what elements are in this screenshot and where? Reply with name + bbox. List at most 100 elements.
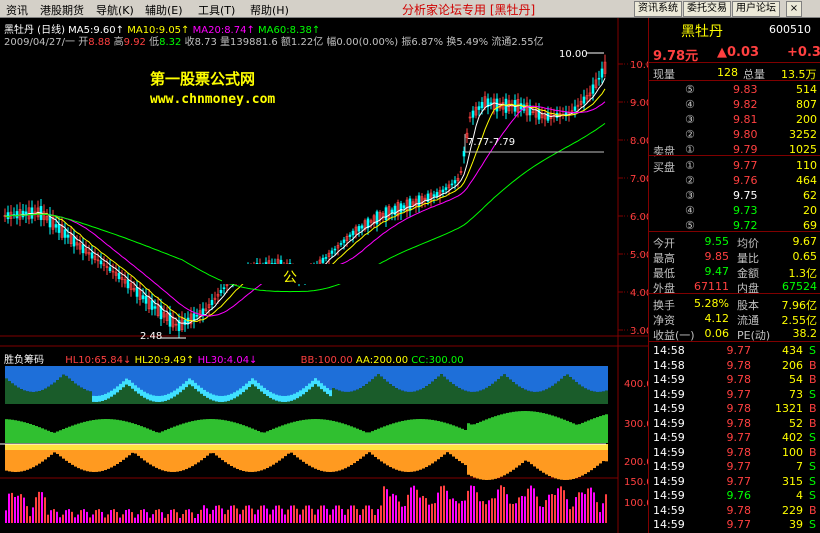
chip-bar-green-dark xyxy=(299,396,302,404)
chip-bar-cyan xyxy=(158,395,161,402)
chip-bar-yellow xyxy=(422,444,425,450)
menu-item-news[interactable]: 资讯 xyxy=(6,2,28,18)
menu-item-help[interactable]: 帮助(H) xyxy=(250,2,289,18)
chip-bar-yellow xyxy=(44,444,47,450)
chip-bar-yellow xyxy=(53,444,56,450)
chip-bar-green xyxy=(14,420,17,443)
chip-bar-green-dark xyxy=(221,401,224,404)
chip-bar-yellow xyxy=(341,444,344,450)
chip-bar-green-dark xyxy=(386,381,389,404)
chip-bar-yellow xyxy=(200,444,203,450)
menu-item-assist[interactable]: 辅助(E) xyxy=(145,2,183,18)
chip-bar-yellow xyxy=(185,444,188,450)
chip-bar-green xyxy=(128,422,131,443)
tick-price: 9.77 xyxy=(726,460,752,473)
ask-row: ③ 9.81 200 xyxy=(649,112,820,127)
chip-bar-yellow xyxy=(362,444,365,450)
chip-bar-yellow xyxy=(8,444,11,450)
chip-bar-green xyxy=(587,420,590,443)
trade-button[interactable]: 委托交易 xyxy=(683,1,731,17)
chip-bar-cyan xyxy=(242,386,245,393)
chip-bar-yellow xyxy=(356,444,359,450)
volume-bar xyxy=(293,505,295,523)
sub-tick-label: 100.00 xyxy=(624,498,648,509)
user-forum-button[interactable]: 用户论坛 xyxy=(732,1,780,17)
chip-bar-green xyxy=(62,429,65,443)
chip-bar-yellow xyxy=(506,444,509,450)
chip-bar-cyan xyxy=(296,392,299,399)
volume-bar xyxy=(344,514,346,523)
y-tick-label: 7.00 xyxy=(630,174,648,185)
chip-bar-yellow xyxy=(140,444,143,450)
ask-volume: 3252 xyxy=(789,128,817,141)
chip-bar-yellow xyxy=(419,444,422,450)
fund-value: 4.12 xyxy=(704,312,730,325)
menu-item-tools[interactable]: 工具(T) xyxy=(198,2,235,18)
chip-bar-yellow xyxy=(62,444,65,450)
cc-value: CC:300.00 xyxy=(411,355,464,366)
chip-bar-yellow xyxy=(236,444,239,450)
chip-bar-cyan xyxy=(176,388,179,395)
chip-bar-green xyxy=(590,419,593,443)
volume-bar xyxy=(8,493,10,523)
chip-bar-green xyxy=(191,421,194,443)
chip-bar-blue xyxy=(599,366,602,392)
chip-bar-yellow xyxy=(425,444,428,450)
volume-bar xyxy=(296,508,298,523)
chip-bar-yellow xyxy=(494,444,497,450)
volume-bar xyxy=(188,509,190,523)
chip-bar-green-dark xyxy=(164,400,167,404)
stat-row: 外盘 67111 内盘 67524 xyxy=(649,279,820,295)
chip-bar-blue xyxy=(440,366,443,375)
chip-bar-green xyxy=(140,426,143,443)
volume-bar xyxy=(215,505,217,523)
chip-bar-green-dark xyxy=(110,396,113,404)
chip-bar-cyan xyxy=(272,393,275,400)
volume-bar xyxy=(452,498,454,523)
volume-bar xyxy=(479,501,481,523)
low-value: 8.32 xyxy=(159,37,182,48)
chip-bar-blue xyxy=(539,366,542,392)
chip-bar-cyan xyxy=(140,389,143,396)
volume-bar xyxy=(425,498,427,523)
menu-item-hk-futures[interactable]: 港股期货 xyxy=(40,2,84,18)
volume-bar xyxy=(605,494,607,523)
volume-bar xyxy=(125,510,127,523)
chip-bar-cyan xyxy=(203,389,206,396)
chip-bar-yellow xyxy=(299,444,302,450)
news-system-button[interactable]: 资讯系统 xyxy=(634,1,682,17)
tick-volume: 73 xyxy=(789,387,803,401)
chip-bar-yellow xyxy=(488,444,491,450)
chip-bar-yellow xyxy=(11,444,14,450)
candle-body xyxy=(408,198,412,211)
volume-bar xyxy=(101,511,103,523)
close-icon[interactable]: × xyxy=(786,1,802,17)
chip-bar-cyan xyxy=(329,390,332,397)
volume-bar xyxy=(587,488,589,523)
chip-bar-yellow xyxy=(227,444,230,450)
watermark-url: www.chnmoney.com xyxy=(150,92,276,107)
chip-bar-blue xyxy=(371,366,374,380)
chip-bar-cyan xyxy=(287,395,290,402)
tick-volume: 434 xyxy=(782,344,803,357)
ask-row: ⑤ 9.83 514 xyxy=(649,82,820,97)
chip-bar-green xyxy=(443,422,446,443)
window-title: 分析家论坛专用 [黑牡丹] xyxy=(402,3,536,17)
volume-bar xyxy=(365,505,367,523)
chip-bar-green xyxy=(122,420,125,443)
chip-bar-green xyxy=(455,426,458,443)
chip-bar-blue xyxy=(545,366,548,390)
tick-volume: 52 xyxy=(789,416,803,430)
chip-bar-blue xyxy=(587,366,590,390)
chip-bar-yellow xyxy=(386,444,389,450)
menu-item-navigate[interactable]: 导航(K) xyxy=(96,2,134,18)
chip-bar-cyan xyxy=(290,394,293,401)
volume-bar xyxy=(65,510,67,523)
volume-bar xyxy=(71,511,73,523)
divider xyxy=(649,155,820,156)
chip-bar-yellow xyxy=(86,444,89,450)
chip-bar-green-dark xyxy=(215,401,218,404)
chip-bar-cyan xyxy=(239,388,242,395)
chip-bar-green xyxy=(74,424,77,443)
bid-level: ④ xyxy=(685,204,695,217)
